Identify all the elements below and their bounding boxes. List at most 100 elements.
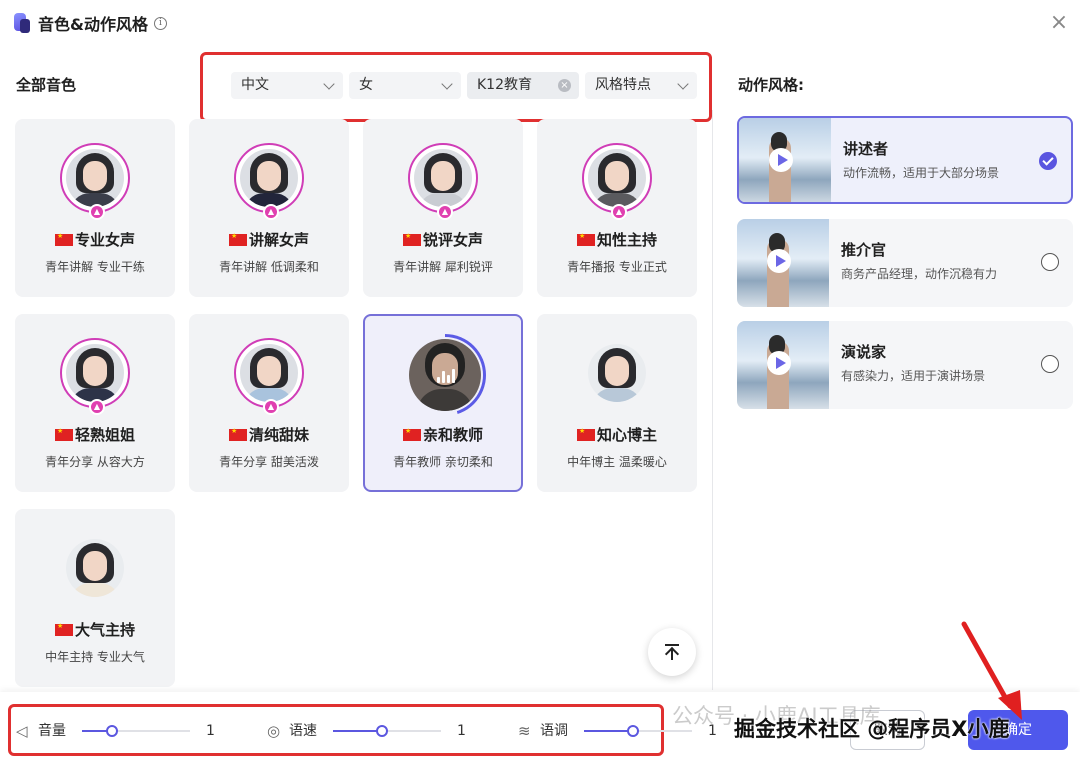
gender-filter[interactable]: 女 xyxy=(349,72,461,99)
motion-style-card[interactable]: 推介官 商务产品经理，动作沉稳有力 xyxy=(737,219,1073,307)
volume-label: 音量 xyxy=(38,723,66,739)
audio-wave-icon xyxy=(437,367,457,383)
filter-bar: 中文 女 K12教育 × 风格特点 xyxy=(200,52,712,122)
voice-desc: 中年主持 专业大气 xyxy=(45,650,145,664)
voice-desc: 青年讲解 犀利锐评 xyxy=(393,260,493,274)
radio-icon[interactable] xyxy=(1041,253,1059,271)
china-flag-icon xyxy=(576,427,595,441)
play-icon[interactable] xyxy=(767,249,791,273)
voice-card-selected[interactable]: 亲和教师 青年教师 亲切柔和 xyxy=(363,314,523,492)
style-filter-label: 风格特点 xyxy=(595,77,651,93)
avatar: ▲ xyxy=(234,143,304,220)
gender-filter-label: 女 xyxy=(359,77,373,93)
avatar: ▲ xyxy=(408,143,478,220)
language-filter[interactable]: 中文 xyxy=(231,72,343,99)
hot-badge-icon: ▲ xyxy=(611,204,627,220)
hot-badge-icon: ▲ xyxy=(89,399,105,415)
voice-desc: 中年博主 温柔暖心 xyxy=(567,455,667,469)
play-icon[interactable] xyxy=(767,351,791,375)
voice-card[interactable]: ▲ 讲解女声 青年讲解 低调柔和 xyxy=(189,119,349,297)
style-filter[interactable]: 风格特点 xyxy=(585,72,697,99)
style-section-title: 动作风格: xyxy=(738,76,804,94)
style-title: 演说家 xyxy=(841,343,887,361)
voice-card[interactable]: ▲ 清纯甜妹 青年分享 甜美活泼 xyxy=(189,314,349,492)
watermark-overlay-text: 掘金技术社区 @程序员X小鹿 xyxy=(734,717,1010,741)
volume-slider-group: ◁ 音量 1 xyxy=(16,722,226,740)
dialog-title: 音色&动作风格 xyxy=(38,15,148,34)
pitch-label: 语调 xyxy=(540,723,568,739)
style-desc: 商务产品经理，动作沉稳有力 xyxy=(841,267,998,281)
avatar: ▲ xyxy=(582,143,652,220)
style-preview[interactable] xyxy=(737,219,829,307)
china-flag-icon xyxy=(228,232,247,246)
voice-card[interactable]: 大气主持 中年主持 专业大气 xyxy=(15,509,175,687)
speed-value: 1 xyxy=(457,723,466,739)
speaker-icon: ◁ xyxy=(16,722,28,740)
voice-desc: 青年分享 甜美活泼 xyxy=(219,455,319,469)
motion-style-card[interactable]: 演说家 有感染力，适用于演讲场景 xyxy=(737,321,1073,409)
avatar xyxy=(409,339,481,411)
china-flag-icon xyxy=(228,427,247,441)
china-flag-icon xyxy=(402,427,421,441)
app-logo-icon xyxy=(14,13,30,33)
china-flag-icon xyxy=(54,622,73,636)
voice-desc: 青年讲解 专业干练 xyxy=(45,260,145,274)
radio-icon[interactable] xyxy=(1041,355,1059,373)
motion-style-card[interactable]: 讲述者 动作流畅，适用于大部分场景 xyxy=(737,116,1073,204)
voice-card[interactable]: ▲ 轻熟姐姐 青年分享 从容大方 xyxy=(15,314,175,492)
voice-name: 轻熟姐姐 xyxy=(74,426,135,444)
chevron-down-icon xyxy=(441,78,453,90)
style-preview[interactable] xyxy=(737,321,829,409)
voice-name: 清纯甜妹 xyxy=(248,426,309,444)
chevron-down-icon xyxy=(677,78,689,90)
voice-card[interactable]: ▲ 锐评女声 青年讲解 犀利锐评 xyxy=(363,119,523,297)
style-preview[interactable] xyxy=(739,118,831,202)
voice-name: 讲解女声 xyxy=(248,231,309,249)
clear-icon[interactable]: × xyxy=(558,79,571,92)
hot-badge-icon: ▲ xyxy=(263,204,279,220)
voice-desc: 青年分享 从容大方 xyxy=(45,455,145,469)
voice-name: 知性主持 xyxy=(596,231,657,249)
hot-badge-icon: ▲ xyxy=(89,204,105,220)
volume-slider[interactable] xyxy=(82,730,190,732)
voice-section-title: 全部音色 xyxy=(16,76,77,94)
radio-checked-icon[interactable] xyxy=(1039,152,1057,170)
voice-name: 亲和教师 xyxy=(422,426,483,444)
info-icon[interactable]: i xyxy=(153,16,167,30)
china-flag-icon xyxy=(576,232,595,246)
panel-divider xyxy=(712,110,713,690)
hot-badge-icon: ▲ xyxy=(437,204,453,220)
speed-label: 语速 xyxy=(289,723,317,739)
voice-card[interactable]: ▲ 知性主持 青年播报 专业正式 xyxy=(537,119,697,297)
play-icon[interactable] xyxy=(769,148,793,172)
voice-card[interactable]: 知心博主 中年博主 温柔暖心 xyxy=(537,314,697,492)
avatar: ▲ xyxy=(60,143,130,220)
voice-desc: 青年教师 亲切柔和 xyxy=(393,455,493,469)
volume-slider-handle[interactable] xyxy=(106,725,119,737)
voice-card[interactable]: ▲ 专业女声 青年讲解 专业干练 xyxy=(15,119,175,297)
speed-slider-group: ◎ 语速 1 xyxy=(267,722,477,740)
volume-value: 1 xyxy=(206,723,215,739)
style-desc: 有感染力，适用于演讲场景 xyxy=(841,369,986,383)
speed-slider-handle[interactable] xyxy=(375,725,388,737)
speed-icon: ◎ xyxy=(267,722,281,740)
avatar xyxy=(582,338,652,408)
hot-badge-icon: ▲ xyxy=(263,399,279,415)
scroll-to-top-button[interactable] xyxy=(648,628,696,676)
style-title: 讲述者 xyxy=(843,140,889,158)
scene-tag-filter[interactable]: K12教育 × xyxy=(467,72,579,99)
voice-name: 专业女声 xyxy=(74,231,135,249)
close-icon[interactable]: × xyxy=(1048,12,1070,34)
voice-desc: 青年讲解 低调柔和 xyxy=(219,260,319,274)
arrow-up-icon xyxy=(665,644,679,646)
china-flag-icon xyxy=(54,427,73,441)
pitch-icon: ≋ xyxy=(518,722,531,740)
china-flag-icon xyxy=(402,232,421,246)
avatar: ▲ xyxy=(60,338,130,415)
chevron-down-icon xyxy=(323,78,335,90)
voice-name: 大气主持 xyxy=(74,621,135,639)
china-flag-icon xyxy=(54,232,73,246)
voice-name: 锐评女声 xyxy=(422,231,483,249)
pitch-slider-handle[interactable] xyxy=(626,725,639,737)
avatar xyxy=(60,533,130,603)
